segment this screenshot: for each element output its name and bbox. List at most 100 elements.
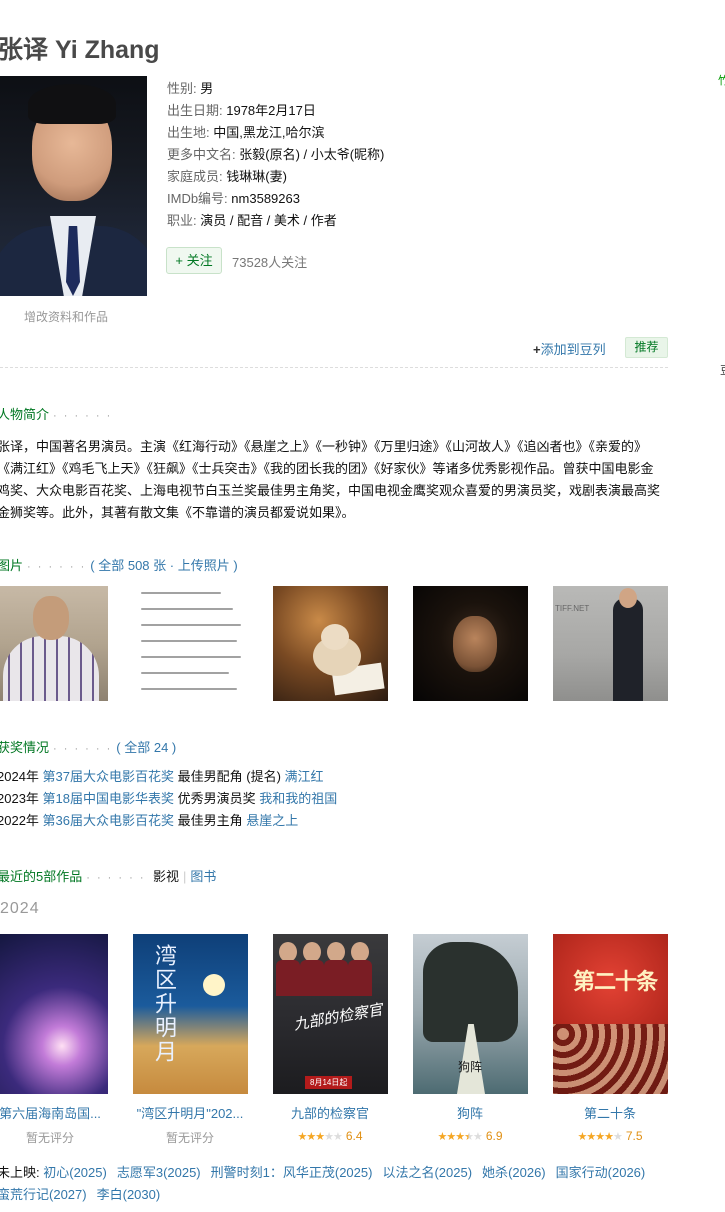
celebrity-photo[interactable] bbox=[0, 76, 147, 296]
work-poster-3[interactable]: 九部的检察官 8月14日起 bbox=[273, 934, 388, 1094]
handwriting-line bbox=[141, 672, 229, 674]
upcoming-label: 未上映: bbox=[0, 1165, 44, 1180]
follow-button[interactable]: + 关注 bbox=[166, 247, 222, 274]
award-work-link[interactable]: 满江红 bbox=[285, 769, 324, 784]
upcoming-title: 初心 bbox=[43, 1165, 70, 1180]
work-poster-2[interactable]: 湾区升明月 bbox=[133, 934, 248, 1094]
photo-hair bbox=[28, 84, 116, 124]
awards-heading: 获奖情况 · · · · · ·( 全部 24 ) bbox=[0, 737, 176, 756]
work-rating-1: 暂无评分 bbox=[25, 1131, 74, 1145]
work-title-5[interactable]: 第二十条 bbox=[545, 1103, 675, 1122]
upcoming-year: (2026) bbox=[508, 1165, 546, 1180]
award-category: 优秀男演员奖 bbox=[174, 791, 260, 806]
upcoming-work-link[interactable]: 她杀(2026) bbox=[482, 1165, 546, 1180]
upcoming-work-link[interactable]: 国家行动(2026) bbox=[556, 1165, 646, 1180]
info-value: 中国,黑龙江,哈尔滨 bbox=[213, 125, 325, 140]
info-label: IMDb编号: bbox=[167, 191, 232, 206]
upcoming-title: 志愿军3 bbox=[116, 1165, 164, 1180]
poster3-person bbox=[279, 942, 297, 962]
upcoming-work-link[interactable]: 刑警时刻1：风华正茂(2025) bbox=[211, 1165, 373, 1180]
info-value: 男 bbox=[200, 81, 214, 96]
follower-count: 73528人关注 bbox=[232, 255, 308, 270]
upcoming-year: (2026) bbox=[607, 1165, 646, 1180]
upcoming-work-link[interactable]: 以法之名(2025) bbox=[382, 1165, 472, 1180]
upcoming-works: 未上映: 初心(2025) 志愿军3(2025) 刑警时刻1：风华正茂(2025) 以… bbox=[0, 1162, 662, 1206]
photo-thumbnail-1[interactable] bbox=[0, 586, 108, 701]
heading-dots: · · · · · · bbox=[53, 743, 113, 755]
edit-profile-link[interactable]: 增改资料和作品 bbox=[24, 308, 108, 325]
photo-thumbnail-5[interactable]: TIFF.NET bbox=[553, 586, 668, 701]
add-doulist-label: 添加到豆列 bbox=[540, 342, 606, 357]
photo3-cat-head bbox=[321, 624, 349, 650]
photos-heading-text: 图片 bbox=[0, 558, 24, 573]
tab-book[interactable]: 图书 bbox=[190, 869, 216, 884]
work-rating-3: ★★★★★ 6.4 bbox=[265, 1129, 395, 1143]
bio-heading: 人物简介 · · · · · · bbox=[0, 404, 116, 423]
award-year: 2023年 bbox=[0, 791, 43, 806]
upcoming-work-link[interactable]: 蛮荒行记(2027) bbox=[0, 1187, 87, 1202]
info-value: 演员 / 配音 / 美术 / 作者 bbox=[200, 213, 337, 228]
heading-dots: · · · · · · bbox=[86, 872, 146, 884]
paren-close: ) bbox=[229, 558, 238, 573]
work-title-2[interactable]: "湾区升明月"202... bbox=[125, 1103, 255, 1122]
photo1-body bbox=[3, 636, 99, 701]
work-title-1[interactable]: 第六届海南岛国... bbox=[0, 1103, 115, 1122]
right-edge-fragment: 竹 bbox=[718, 75, 725, 87]
work-title-4[interactable]: 狗阵 bbox=[405, 1103, 535, 1122]
works-heading-text: 最近的5部作品 bbox=[0, 869, 83, 884]
poster3-date: 8月14日起 bbox=[305, 1076, 353, 1089]
bio-text: 张译，中国著名男演员。主演《红海行动》《悬崖之上》《一秒钟》《万里归途》《山河故… bbox=[0, 439, 661, 520]
rating-score: 6.4 bbox=[345, 1129, 363, 1143]
info-birthplace: 出生地: 中国,黑龙江,哈尔滨 bbox=[167, 122, 384, 144]
work-rating-5: ★★★★★ 7.5 bbox=[545, 1129, 675, 1143]
poster3-person bbox=[300, 960, 324, 996]
award-festival-link[interactable]: 第18届中国电影华表奖 bbox=[43, 791, 174, 806]
photo1-head bbox=[33, 596, 69, 640]
info-label: 出生地: bbox=[167, 125, 214, 140]
work-poster-4[interactable]: 狗阵 bbox=[413, 934, 528, 1094]
award-item: 2024年 第37届大众电影百花奖 最佳男配角 (提名) 满江红 bbox=[0, 766, 337, 788]
info-profession: 职业: 演员 / 配音 / 美术 / 作者 bbox=[167, 210, 384, 232]
handwriting-line bbox=[141, 640, 237, 642]
poster5-title-art: 第二十条 bbox=[573, 969, 658, 995]
award-item: 2023年 第18届中国电影华表奖 优秀男演员奖 我和我的祖国 bbox=[0, 788, 337, 810]
recommend-button[interactable]: 推荐 bbox=[625, 337, 668, 358]
photos-heading: 图片 · · · · · ·( 全部 508 张 · 上传照片 ) bbox=[0, 555, 238, 574]
photo-thumbnail-4[interactable] bbox=[413, 586, 528, 701]
upcoming-work-link[interactable]: 李白(2030) bbox=[97, 1187, 161, 1202]
upcoming-year: (2025) bbox=[69, 1165, 107, 1180]
upcoming-year: (2025) bbox=[334, 1165, 373, 1180]
upload-photo-link[interactable]: 上传照片 bbox=[178, 558, 230, 573]
work-title-3[interactable]: 九部的检察官 bbox=[265, 1103, 395, 1122]
upcoming-title: 蛮荒行记 bbox=[0, 1187, 50, 1202]
award-work-link[interactable]: 悬崖之上 bbox=[246, 813, 298, 828]
award-year: 2022年 bbox=[0, 813, 43, 828]
work-poster-5[interactable]: 第二十条 bbox=[553, 934, 668, 1094]
work-poster-1[interactable] bbox=[0, 934, 108, 1094]
poster3-person bbox=[327, 942, 345, 962]
photo5-figure bbox=[613, 598, 643, 701]
handwriting-line bbox=[141, 608, 233, 610]
photo-thumbnail-2[interactable] bbox=[133, 586, 248, 701]
upcoming-work-link[interactable]: 初心(2025) bbox=[43, 1165, 107, 1180]
info-label: 职业: bbox=[167, 213, 201, 228]
awards-heading-text: 获奖情况 bbox=[0, 740, 50, 755]
works-heading: 最近的5部作品 · · · · · · bbox=[0, 866, 150, 885]
all-awards-link[interactable]: 全部 24 bbox=[124, 740, 168, 755]
handwriting-line bbox=[141, 592, 221, 594]
award-category: 最佳男主角 bbox=[174, 813, 247, 828]
poster2-moon bbox=[203, 974, 225, 996]
upcoming-work-link[interactable]: 志愿军3(2025) bbox=[117, 1165, 201, 1180]
photo-thumbnail-3[interactable] bbox=[273, 586, 388, 701]
award-work-link[interactable]: 我和我的祖国 bbox=[259, 791, 337, 806]
paren-close: ) bbox=[168, 740, 177, 755]
upcoming-title: 李白 bbox=[96, 1187, 123, 1202]
award-festival-link[interactable]: 第36届大众电影百花奖 bbox=[43, 813, 174, 828]
add-to-doulist-link[interactable]: +添加到豆列 bbox=[533, 339, 606, 358]
poster3-person bbox=[324, 960, 348, 996]
handwriting-line bbox=[141, 624, 241, 626]
photo5-backdrop-text: TIFF.NET bbox=[555, 604, 590, 613]
award-festival-link[interactable]: 第37届大众电影百花奖 bbox=[43, 769, 174, 784]
tab-film[interactable]: 影视 bbox=[153, 869, 179, 884]
all-photos-link[interactable]: 全部 508 张 bbox=[98, 558, 166, 573]
